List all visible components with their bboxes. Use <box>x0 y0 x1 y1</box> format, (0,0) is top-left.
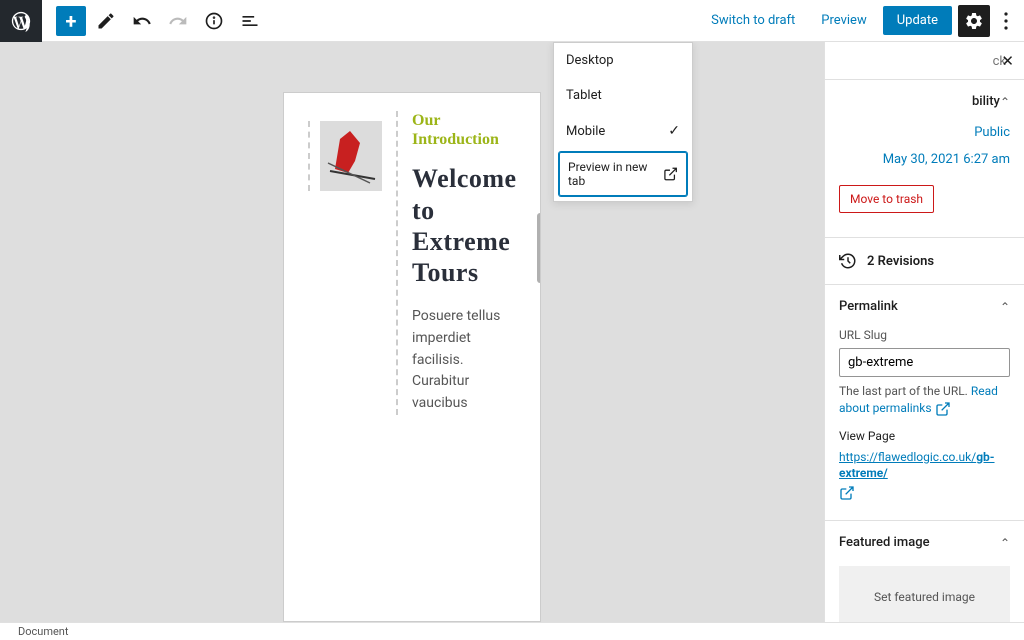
settings-button[interactable] <box>958 5 990 37</box>
switch-to-draft-button[interactable]: Switch to draft <box>701 7 805 34</box>
edit-mode-icon[interactable] <box>90 5 122 37</box>
add-block-button[interactable]: + <box>56 6 86 36</box>
preview-dropdown-menu: Desktop Tablet Mobile ✓ Preview in new t… <box>553 42 693 202</box>
panel-body-featured: Set featured image <box>825 566 1024 622</box>
more-options-icon[interactable] <box>996 5 1016 37</box>
view-page-url-link[interactable]: https://flawedlogic.co.uk/gb-extreme/ <box>839 450 995 481</box>
panel-permalink: Permalink ⌃ URL Slug The last part of th… <box>825 285 1024 521</box>
preview-option-label: Tablet <box>566 88 602 103</box>
toolbar-right-group: Switch to draft Preview Update <box>701 5 1016 37</box>
history-icon <box>839 252 857 270</box>
update-button[interactable]: Update <box>883 6 952 35</box>
slug-help-text: The last part of the URL. Read about per… <box>839 383 1010 417</box>
panel-header-visibility[interactable]: bility ⌃ <box>825 80 1024 123</box>
chevron-up-icon: ⌃ <box>1000 536 1010 550</box>
undo-icon[interactable] <box>126 5 158 37</box>
panel-header-featured[interactable]: Featured image ⌃ <box>825 521 1024 564</box>
panel-title-partial: bility <box>839 94 1000 109</box>
mobile-preview-frame: Our Introduction Welcome to Extreme Tour… <box>283 92 541 622</box>
close-icon[interactable]: ✕ <box>1001 52 1014 70</box>
preview-option-desktop[interactable]: Desktop <box>554 43 692 78</box>
external-link-icon <box>663 166 678 182</box>
intro-label[interactable]: Our Introduction <box>412 111 522 149</box>
external-link-icon <box>935 401 951 417</box>
preview-new-tab-button[interactable]: Preview in new tab <box>559 152 687 196</box>
canvas-area: Our Introduction Welcome to Extreme Tour… <box>0 42 824 622</box>
panel-body-visibility: Public May 30, 2021 6:27 am Move to tras… <box>825 123 1024 237</box>
info-icon[interactable] <box>198 5 230 37</box>
chevron-up-icon: ⌃ <box>1000 300 1010 314</box>
view-page-label: View Page <box>839 429 1010 443</box>
preview-image-column <box>302 111 398 415</box>
preview-heading[interactable]: Welcome to Extreme Tours <box>412 163 522 288</box>
panel-header-permalink[interactable]: Permalink ⌃ <box>825 285 1024 328</box>
panel-body-permalink: URL Slug The last part of the URL. Read … <box>825 328 1024 520</box>
sidebar-tabs: ck ✕ <box>825 42 1024 80</box>
external-link-icon <box>839 485 855 501</box>
preview-option-mobile[interactable]: Mobile ✓ <box>554 113 692 149</box>
wordpress-logo[interactable] <box>0 0 42 42</box>
preview-option-label: Mobile <box>566 124 605 139</box>
skier-image[interactable] <box>320 121 382 191</box>
set-featured-image-button[interactable]: Set featured image <box>839 566 1010 622</box>
revisions-label: 2 Revisions <box>867 254 934 269</box>
preview-text-column: Our Introduction Welcome to Extreme Tour… <box>412 111 522 415</box>
toolbar-left-group: + <box>8 0 266 42</box>
list-view-icon[interactable] <box>234 5 266 37</box>
move-to-trash-button[interactable]: Move to trash <box>839 185 934 213</box>
check-icon: ✓ <box>668 123 680 139</box>
breadcrumb-label: Document <box>18 625 68 638</box>
panel-featured-image: Featured image ⌃ Set featured image <box>825 521 1024 622</box>
panel-title: Permalink <box>839 299 898 314</box>
preview-option-tablet[interactable]: Tablet <box>554 78 692 113</box>
revisions-button[interactable]: 2 Revisions <box>825 238 1024 285</box>
preview-body-text[interactable]: Posuere tellus imperdiet facilisis. Cura… <box>412 306 522 414</box>
preview-button[interactable]: Preview <box>811 7 876 34</box>
main-area: Our Introduction Welcome to Extreme Tour… <box>0 42 1024 622</box>
settings-sidebar: ck ✕ bility ⌃ Public May 30, 2021 6:27 a… <box>824 42 1024 622</box>
chevron-up-icon: ⌃ <box>1000 95 1010 109</box>
preview-content: Our Introduction Welcome to Extreme Tour… <box>284 93 540 433</box>
editor-toolbar: + Switch to draft Preview Update <box>0 0 1024 42</box>
visibility-value[interactable]: Public <box>974 125 1010 140</box>
preview-new-tab-label: Preview in new tab <box>568 160 663 188</box>
url-slug-input[interactable] <box>839 348 1010 377</box>
panel-status-visibility: bility ⌃ Public May 30, 2021 6:27 am Mov… <box>825 80 1024 238</box>
footer-breadcrumb: Document <box>0 622 1024 640</box>
panel-title: Featured image <box>839 535 930 550</box>
redo-icon <box>162 5 194 37</box>
url-slug-label: URL Slug <box>839 328 1010 342</box>
publish-date[interactable]: May 30, 2021 6:27 am <box>883 152 1010 167</box>
scrollbar[interactable] <box>537 213 541 283</box>
preview-option-label: Desktop <box>566 53 614 68</box>
